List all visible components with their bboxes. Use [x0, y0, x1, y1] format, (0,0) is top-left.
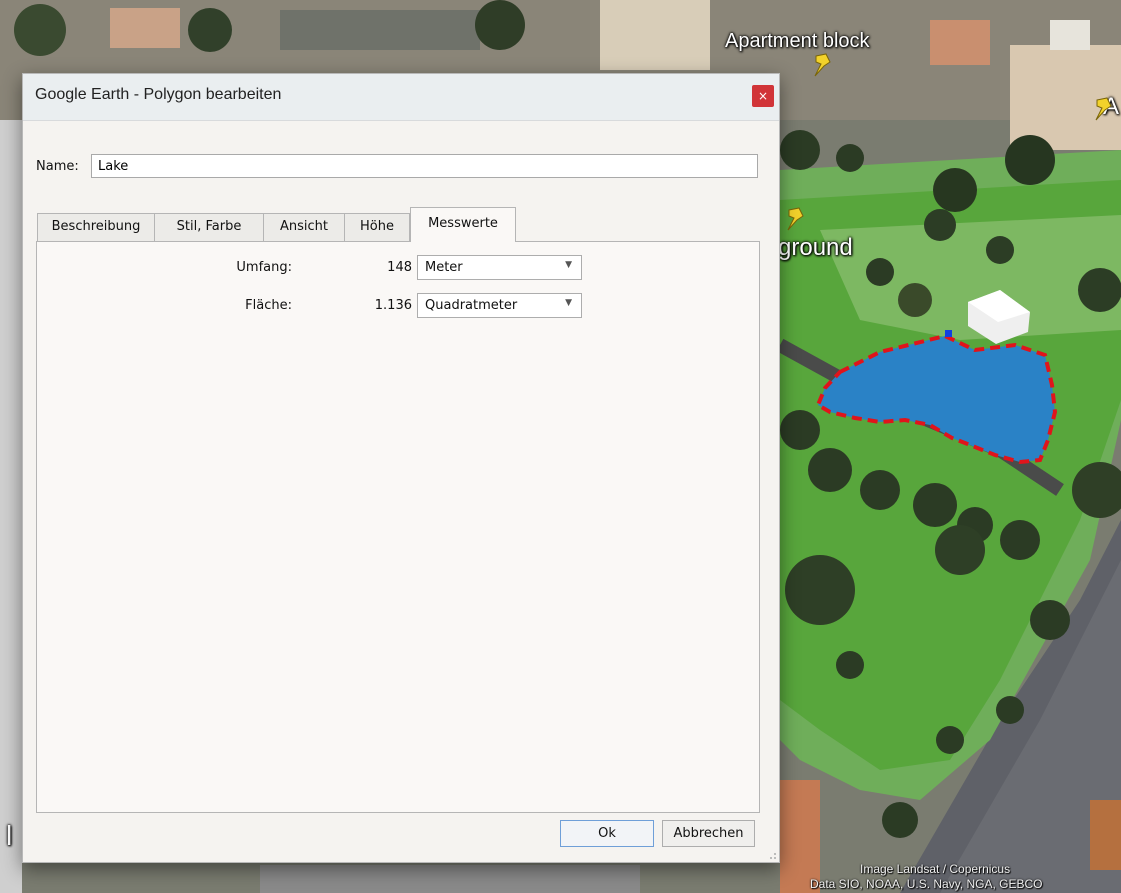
resize-grip-icon[interactable] [767, 850, 777, 860]
close-icon: × [757, 89, 769, 103]
map-label-clipped-left[interactable]: l [6, 820, 12, 852]
name-input[interactable] [91, 154, 758, 178]
chevron-down-icon: ▼ [565, 298, 572, 308]
tab-ansicht[interactable]: Ansicht [263, 213, 345, 241]
tab-hoehe[interactable]: Höhe [344, 213, 410, 241]
area-unit-value: Quadratmeter [425, 298, 518, 313]
perimeter-unit-select[interactable]: Meter ▼ [417, 255, 582, 280]
name-label: Name: [36, 159, 79, 174]
area-value: 1.136 [374, 298, 412, 313]
data-credit: Data SIO, NOAA, U.S. Navy, NGA, GEBCO [810, 877, 1043, 891]
imagery-credit: Image Landsat / Copernicus [860, 862, 1011, 876]
dialog-titlebar[interactable]: Google Earth - Polygon bearbeiten × [23, 74, 779, 121]
tab-stil-farbe[interactable]: Stil, Farbe [154, 213, 264, 241]
map-label-apartment-block[interactable]: Apartment block [725, 30, 870, 53]
area-unit-select[interactable]: Quadratmeter ▼ [417, 293, 582, 318]
area-label: Fläche: [245, 298, 292, 313]
yellow-pushpin-icon[interactable] [1093, 96, 1115, 122]
edit-polygon-dialog: Google Earth - Polygon bearbeiten × Name… [22, 73, 780, 863]
chevron-down-icon: ▼ [565, 260, 572, 270]
yellow-pushpin-icon[interactable] [812, 52, 834, 78]
close-button[interactable]: × [752, 85, 774, 107]
yellow-pushpin-icon[interactable] [785, 206, 807, 232]
map-label-ground[interactable]: ground [778, 234, 853, 262]
measurements-panel: Umfang: 148 Meter ▼ Fläche: 1.136 Quadra… [36, 241, 760, 813]
perimeter-unit-value: Meter [425, 260, 463, 275]
tab-beschreibung[interactable]: Beschreibung [37, 213, 155, 241]
ok-button[interactable]: Ok [560, 820, 654, 847]
cancel-button[interactable]: Abbrechen [662, 820, 755, 847]
tab-messwerte[interactable]: Messwerte [410, 207, 516, 242]
dialog-title: Google Earth - Polygon bearbeiten [35, 86, 282, 103]
perimeter-label: Umfang: [236, 260, 292, 275]
perimeter-value: 148 [387, 260, 412, 275]
